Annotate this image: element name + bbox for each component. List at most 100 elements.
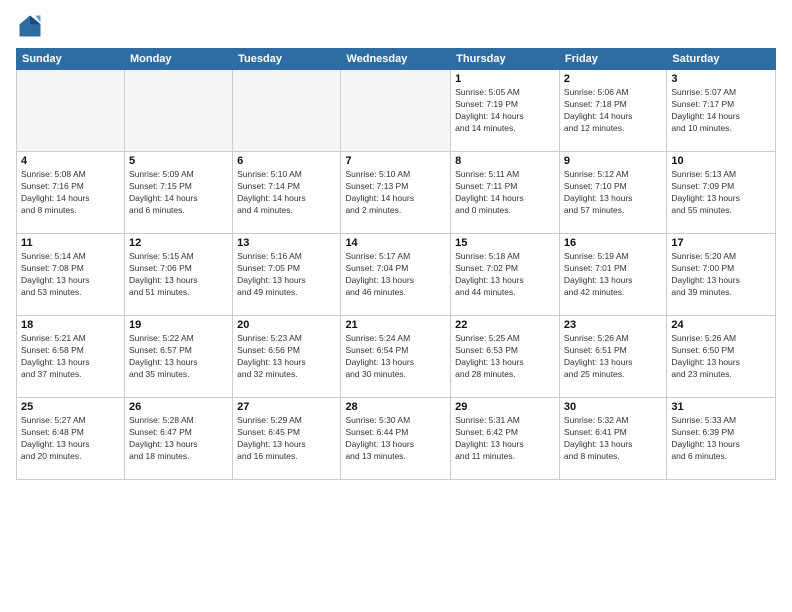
day-detail: Sunrise: 5:19 AM Sunset: 7:01 PM Dayligh… (564, 251, 662, 299)
day-detail: Sunrise: 5:17 AM Sunset: 7:04 PM Dayligh… (345, 251, 446, 299)
calendar-cell (341, 70, 451, 152)
day-detail: Sunrise: 5:15 AM Sunset: 7:06 PM Dayligh… (129, 251, 228, 299)
logo (16, 12, 48, 40)
calendar-cell: 10 Sunrise: 5:13 AM Sunset: 7:09 PM Dayli… (667, 152, 776, 234)
calendar-cell: 7 Sunrise: 5:10 AM Sunset: 7:13 PM Daylig… (341, 152, 451, 234)
calendar-cell: 3 Sunrise: 5:07 AM Sunset: 7:17 PM Daylig… (667, 70, 776, 152)
day-number: 4 (21, 155, 120, 167)
day-detail: Sunrise: 5:32 AM Sunset: 6:41 PM Dayligh… (564, 415, 662, 463)
weekday-header-saturday: Saturday (667, 49, 776, 70)
calendar-cell: 11Sunrise: 5:14 AM Sunset: 7:08 PM Dayli… (17, 234, 125, 316)
weekday-header-thursday: Thursday (451, 49, 560, 70)
calendar-cell: 14 Sunrise: 5:17 AM Sunset: 7:04 PM Dayli… (341, 234, 451, 316)
calendar-cell: 25Sunrise: 5:27 AM Sunset: 6:48 PM Dayli… (17, 398, 125, 480)
day-detail: Sunrise: 5:29 AM Sunset: 6:45 PM Dayligh… (237, 415, 336, 463)
day-detail: Sunrise: 5:33 AM Sunset: 6:39 PM Dayligh… (671, 415, 771, 463)
calendar-cell: 18 Sunrise: 5:21 AM Sunset: 6:58 PM Dayli… (17, 316, 125, 398)
calendar-cell: 21 Sunrise: 5:24 AM Sunset: 6:54 PM Dayli… (341, 316, 451, 398)
day-number: 7 (345, 155, 446, 167)
calendar-cell: 19 Sunrise: 5:22 AM Sunset: 6:57 PM Dayli… (124, 316, 232, 398)
day-detail: Sunrise: 5:25 AM Sunset: 6:53 PM Dayligh… (455, 333, 555, 381)
day-detail: Sunrise: 5:16 AM Sunset: 7:05 PM Dayligh… (237, 251, 336, 299)
day-detail: Sunrise: 5:24 AM Sunset: 6:54 PM Dayligh… (345, 333, 446, 381)
day-detail: Sunrise: 5:11 AM Sunset: 7:11 PM Dayligh… (455, 169, 555, 217)
calendar-cell: 1 Sunrise: 5:05 AM Sunset: 7:19 PM Daylig… (451, 70, 560, 152)
day-number: 14 (345, 237, 446, 249)
logo-icon (16, 12, 44, 40)
day-number: 19 (129, 319, 228, 331)
calendar-cell: 20 Sunrise: 5:23 AM Sunset: 6:56 PM Dayli… (233, 316, 341, 398)
calendar-cell: 12 Sunrise: 5:15 AM Sunset: 7:06 PM Dayli… (124, 234, 232, 316)
page: SundayMondayTuesdayWednesdayThursdayFrid… (0, 0, 792, 612)
day-number: 6 (237, 155, 336, 167)
calendar-cell: 23 Sunrise: 5:26 AM Sunset: 6:51 PM Dayli… (559, 316, 666, 398)
day-number: 29 (455, 401, 555, 413)
day-number: 18 (21, 319, 120, 331)
calendar-cell (233, 70, 341, 152)
day-detail: Sunrise: 5:26 AM Sunset: 6:50 PM Dayligh… (671, 333, 771, 381)
day-number: 2 (564, 73, 662, 85)
day-number: 30 (564, 401, 662, 413)
day-number: 10 (671, 155, 771, 167)
day-number: 16 (564, 237, 662, 249)
calendar-cell: 28 Sunrise: 5:30 AM Sunset: 6:44 PM Dayli… (341, 398, 451, 480)
day-number: 11 (21, 237, 120, 249)
calendar-cell: 15Sunrise: 5:18 AM Sunset: 7:02 PM Dayli… (451, 234, 560, 316)
day-detail: Sunrise: 5:22 AM Sunset: 6:57 PM Dayligh… (129, 333, 228, 381)
weekday-header-monday: Monday (124, 49, 232, 70)
day-number: 28 (345, 401, 446, 413)
day-number: 24 (671, 319, 771, 331)
week-row-0: 1 Sunrise: 5:05 AM Sunset: 7:19 PM Daylig… (17, 70, 776, 152)
day-number: 15 (455, 237, 555, 249)
day-detail: Sunrise: 5:13 AM Sunset: 7:09 PM Dayligh… (671, 169, 771, 217)
calendar-cell: 16 Sunrise: 5:19 AM Sunset: 7:01 PM Dayli… (559, 234, 666, 316)
day-detail: Sunrise: 5:05 AM Sunset: 7:19 PM Dayligh… (455, 87, 555, 135)
calendar-cell: 26 Sunrise: 5:28 AM Sunset: 6:47 PM Dayli… (124, 398, 232, 480)
day-number: 23 (564, 319, 662, 331)
calendar-cell: 4 Sunrise: 5:08 AM Sunset: 7:16 PM Daylig… (17, 152, 125, 234)
day-number: 27 (237, 401, 336, 413)
day-detail: Sunrise: 5:21 AM Sunset: 6:58 PM Dayligh… (21, 333, 120, 381)
day-number: 12 (129, 237, 228, 249)
day-number: 1 (455, 73, 555, 85)
calendar-cell: 29Sunrise: 5:31 AM Sunset: 6:42 PM Dayli… (451, 398, 560, 480)
calendar-cell: 17 Sunrise: 5:20 AM Sunset: 7:00 PM Dayli… (667, 234, 776, 316)
calendar-cell: 5Sunrise: 5:09 AM Sunset: 7:15 PM Daylig… (124, 152, 232, 234)
day-detail: Sunrise: 5:10 AM Sunset: 7:14 PM Dayligh… (237, 169, 336, 217)
week-row-4: 25Sunrise: 5:27 AM Sunset: 6:48 PM Dayli… (17, 398, 776, 480)
header (16, 12, 776, 40)
day-number: 17 (671, 237, 771, 249)
weekday-header-friday: Friday (559, 49, 666, 70)
weekday-header-wednesday: Wednesday (341, 49, 451, 70)
day-detail: Sunrise: 5:26 AM Sunset: 6:51 PM Dayligh… (564, 333, 662, 381)
day-number: 5 (129, 155, 228, 167)
day-number: 20 (237, 319, 336, 331)
day-detail: Sunrise: 5:06 AM Sunset: 7:18 PM Dayligh… (564, 87, 662, 135)
day-detail: Sunrise: 5:30 AM Sunset: 6:44 PM Dayligh… (345, 415, 446, 463)
calendar-cell: 30 Sunrise: 5:32 AM Sunset: 6:41 PM Dayli… (559, 398, 666, 480)
calendar-cell: 22 Sunrise: 5:25 AM Sunset: 6:53 PM Dayli… (451, 316, 560, 398)
calendar-cell: 24 Sunrise: 5:26 AM Sunset: 6:50 PM Dayli… (667, 316, 776, 398)
day-detail: Sunrise: 5:28 AM Sunset: 6:47 PM Dayligh… (129, 415, 228, 463)
day-number: 21 (345, 319, 446, 331)
day-number: 25 (21, 401, 120, 413)
day-detail: Sunrise: 5:10 AM Sunset: 7:13 PM Dayligh… (345, 169, 446, 217)
day-detail: Sunrise: 5:23 AM Sunset: 6:56 PM Dayligh… (237, 333, 336, 381)
calendar-cell: 27 Sunrise: 5:29 AM Sunset: 6:45 PM Dayli… (233, 398, 341, 480)
day-number: 31 (671, 401, 771, 413)
day-number: 3 (671, 73, 771, 85)
week-row-3: 18 Sunrise: 5:21 AM Sunset: 6:58 PM Dayli… (17, 316, 776, 398)
day-detail: Sunrise: 5:08 AM Sunset: 7:16 PM Dayligh… (21, 169, 120, 217)
day-number: 22 (455, 319, 555, 331)
calendar-cell (17, 70, 125, 152)
day-number: 26 (129, 401, 228, 413)
day-detail: Sunrise: 5:07 AM Sunset: 7:17 PM Dayligh… (671, 87, 771, 135)
weekday-header-sunday: Sunday (17, 49, 125, 70)
day-number: 9 (564, 155, 662, 167)
calendar-cell: 13 Sunrise: 5:16 AM Sunset: 7:05 PM Dayli… (233, 234, 341, 316)
calendar-cell: 2 Sunrise: 5:06 AM Sunset: 7:18 PM Daylig… (559, 70, 666, 152)
day-detail: Sunrise: 5:20 AM Sunset: 7:00 PM Dayligh… (671, 251, 771, 299)
calendar-cell: 9Sunrise: 5:12 AM Sunset: 7:10 PM Daylig… (559, 152, 666, 234)
day-number: 13 (237, 237, 336, 249)
week-row-2: 11Sunrise: 5:14 AM Sunset: 7:08 PM Dayli… (17, 234, 776, 316)
